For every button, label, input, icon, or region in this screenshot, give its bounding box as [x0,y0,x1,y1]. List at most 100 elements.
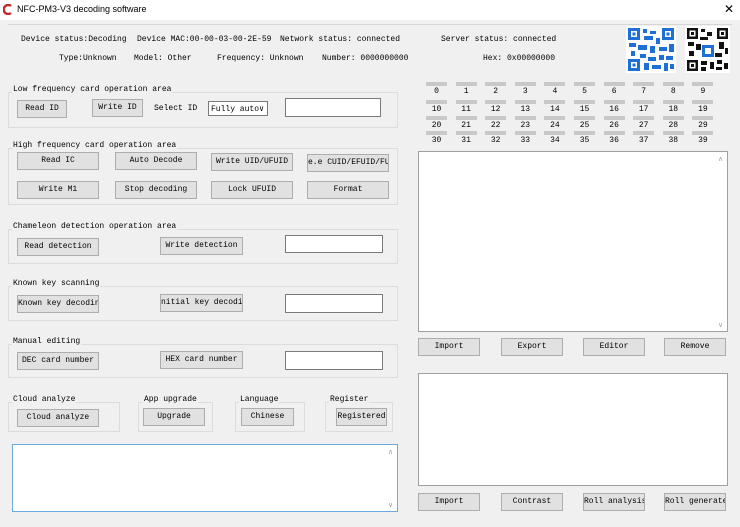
sector-cell[interactable]: 12 [485,100,507,114]
device-status: Device status:Decoding [21,35,127,44]
sector-data-scrollbar[interactable]: ∧ ∨ [717,152,727,331]
sector-cell[interactable]: 26 [603,116,625,130]
dec-card-number-button[interactable]: DEC card number [17,352,99,370]
sector-number: 1 [463,87,469,96]
sector-cell[interactable]: 36 [603,131,625,145]
select-id-label: Select ID [154,104,198,113]
write-cuid-efuid-fuid-button[interactable]: e.e CUID/EFUID/FUID [307,154,389,172]
sector-number: 37 [638,136,649,145]
sector-cell[interactable]: 5 [574,82,595,96]
sector-cell[interactable]: 11 [455,100,477,114]
sector-cell[interactable]: 33 [514,131,536,145]
select-id-dropdown[interactable]: Fully auto ∨ [208,101,268,116]
sector-number: 16 [609,105,619,114]
sector-cell[interactable]: 35 [574,131,595,145]
sector-cell[interactable]: 14 [544,100,566,114]
scroll-down-icon[interactable]: ∨ [718,321,723,329]
sector-key-bar [662,131,684,135]
low-frequency-id-input[interactable] [285,98,381,117]
read-id-button[interactable]: Read ID [17,100,67,118]
read-ic-button[interactable]: Read IC [17,152,99,170]
sector-number: 8 [670,87,676,96]
contrast-button[interactable]: Contrast [501,493,563,511]
lock-ufuid-button[interactable]: Lock UFUID [211,181,293,199]
remove-button[interactable]: Remove [664,338,726,356]
sector-cell[interactable]: 24 [544,116,566,130]
sector-cell[interactable]: 25 [574,116,595,130]
import-button[interactable]: Import [418,338,480,356]
upgrade-button[interactable]: Upgrade [143,408,205,426]
select-id-value: Fully auto [211,105,260,114]
import-compare-button[interactable]: Import [418,493,480,511]
sector-cell[interactable]: 18 [662,100,684,114]
sector-cell[interactable]: 39 [692,131,714,145]
sector-cell[interactable]: 31 [455,131,477,145]
close-icon[interactable]: ✕ [724,2,734,16]
cloud-analyze-button[interactable]: Cloud analyze [17,409,99,427]
sector-cell[interactable]: 29 [692,116,714,130]
sector-cell[interactable]: 30 [426,131,447,145]
write-detection-button[interactable]: Write detection [160,237,243,255]
log-scrollbar[interactable]: ∧ ∨ [387,445,397,511]
roll-analysis-button[interactable]: Roll analysis [583,493,645,511]
read-detection-button[interactable]: Read detection [17,238,99,256]
cloud-analyze-title: Cloud analyze [12,395,77,404]
sector-cell[interactable]: 15 [574,100,595,114]
known-key-decoding-button[interactable]: Known key decoding [17,295,99,313]
sector-cell[interactable]: 2 [485,82,507,96]
sector-cell[interactable]: 32 [485,131,507,145]
sector-number: 10 [431,105,442,114]
roll-generate-button[interactable]: Roll generate [664,493,726,511]
sector-cell[interactable]: 4 [544,82,566,96]
scroll-up-icon[interactable]: ∧ [718,155,723,163]
scroll-down-icon[interactable]: ∨ [388,501,393,509]
write-m1-button[interactable]: Write M1 [17,181,99,199]
sector-data-textbox[interactable]: ∧ ∨ [418,151,728,332]
sector-cell[interactable]: 6 [603,82,625,96]
hex-card-number-button[interactable]: HEX card number [160,351,243,369]
stop-decoding-button[interactable]: Stop decoding [115,181,197,199]
sector-cell[interactable]: 9 [692,82,714,96]
sector-key-bar [485,131,507,135]
registered-button[interactable]: Registered [336,408,387,426]
sector-cell[interactable]: 3 [514,82,536,96]
auto-decode-button[interactable]: Auto Decode [115,152,197,170]
sector-key-bar [455,100,477,104]
sector-cell[interactable]: 7 [633,82,655,96]
sector-cell[interactable]: 10 [426,100,447,114]
language-chinese-button[interactable]: Chinese [241,408,294,426]
sector-key-bar [485,82,507,86]
sector-number: 12 [490,105,501,114]
sector-cell[interactable]: 34 [544,131,566,145]
sector-cell[interactable]: 0 [426,82,447,96]
sector-cell[interactable]: 22 [485,116,507,130]
sector-cell[interactable]: 37 [633,131,655,145]
sector-cell[interactable]: 1 [455,82,477,96]
sector-cell[interactable]: 23 [514,116,536,130]
known-key-input[interactable] [285,294,383,313]
sector-cell[interactable]: 20 [426,116,447,130]
sector-number: 38 [668,136,679,145]
sector-cell[interactable]: 28 [662,116,684,130]
manual-card-number-input[interactable] [285,351,383,370]
sector-key-bar [692,116,714,120]
sector-cell[interactable]: 19 [692,100,714,114]
sector-cell[interactable]: 27 [633,116,655,130]
sector-cell[interactable]: 16 [603,100,625,114]
chameleon-detection-input[interactable] [285,235,383,253]
sector-cell[interactable]: 13 [514,100,536,114]
write-id-button[interactable]: Write ID [92,99,143,117]
log-textbox[interactable]: ∧ ∨ [12,444,398,512]
editor-button[interactable]: Editor [583,338,645,356]
scroll-up-icon[interactable]: ∧ [388,448,393,456]
sector-cell[interactable]: 21 [455,116,477,130]
sector-cell[interactable]: 8 [662,82,684,96]
title-bar: NFC-PM3-V3 decoding software ✕ [0,0,740,20]
sector-cell[interactable]: 38 [662,131,684,145]
export-button[interactable]: Export [501,338,563,356]
format-button[interactable]: Format [307,181,389,199]
comparison-textbox[interactable] [418,373,728,486]
sector-cell[interactable]: 17 [633,100,655,114]
write-uid-ufuid-button[interactable]: Write UID/UFUID [211,153,293,171]
initial-key-decoding-button[interactable]: nitial key decoding [160,294,243,312]
